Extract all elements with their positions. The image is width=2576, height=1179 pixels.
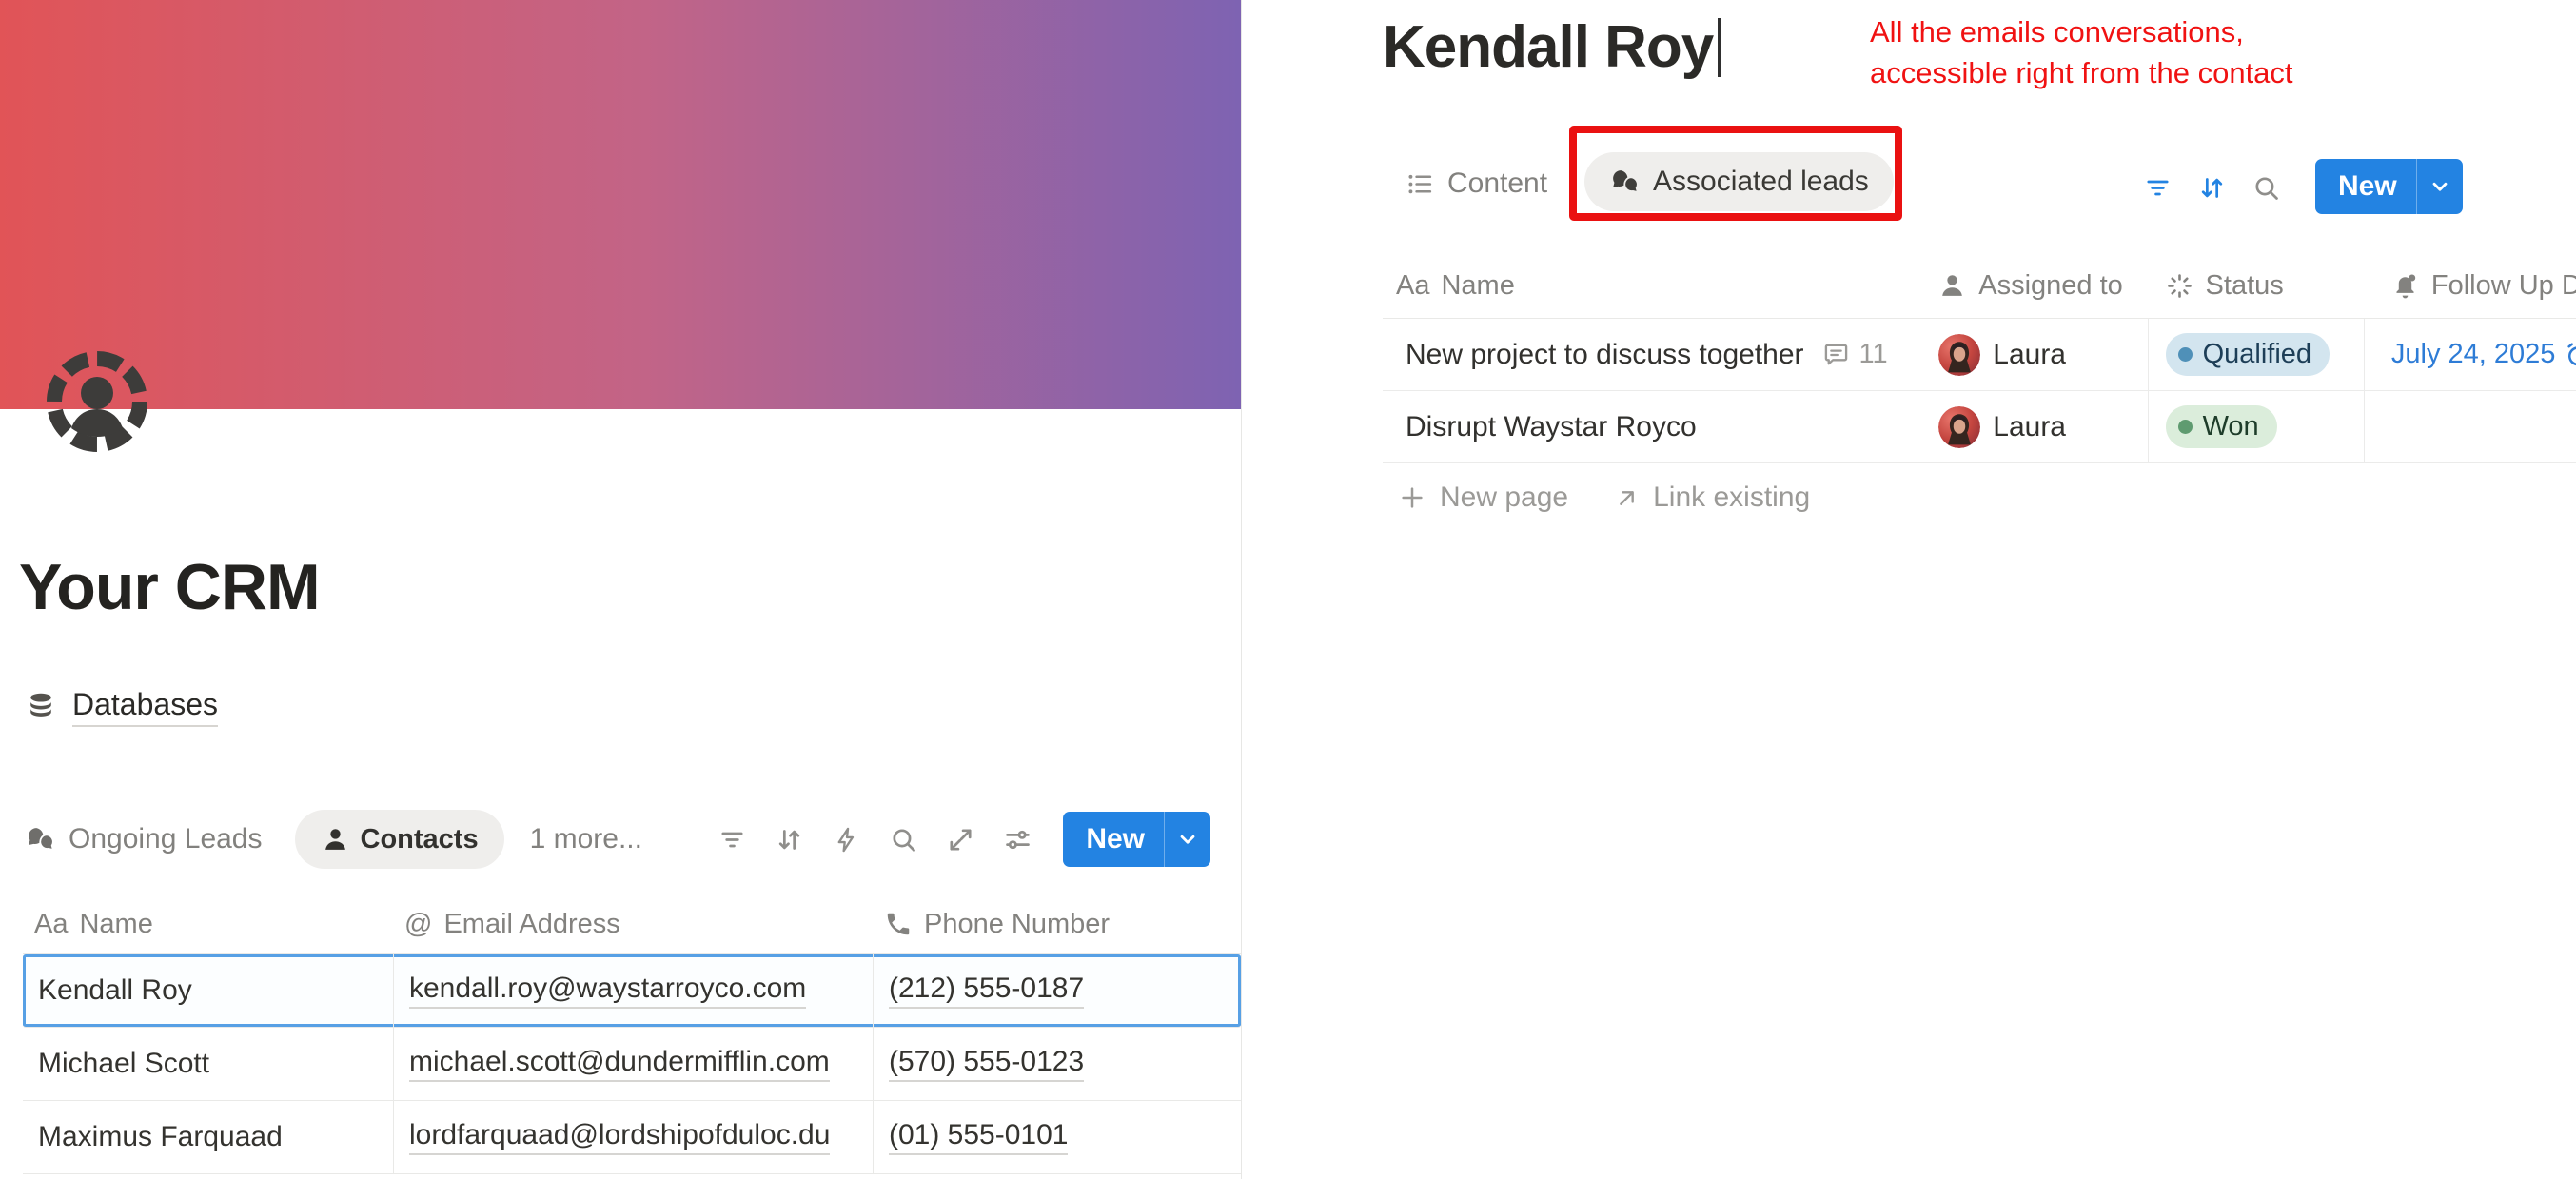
contact-name[interactable]: Michael Scott — [38, 1048, 209, 1080]
view-tab-contacts[interactable]: Contacts — [295, 810, 504, 869]
annotation-text: All the emails conversations, accessible… — [1870, 11, 2293, 93]
comment-icon — [1821, 340, 1851, 369]
text-type-icon: Aa — [34, 909, 68, 940]
column-header-name[interactable]: Aa Name — [1383, 270, 1917, 302]
view-tab-ongoing-leads[interactable]: Ongoing Leads — [25, 823, 263, 855]
lead-name[interactable]: New project to discuss together — [1406, 339, 1804, 371]
associated-leads-table: Aa Name Assigned to Status — [1383, 253, 2576, 532]
chat-bubbles-icon — [25, 824, 56, 855]
view-toolbar: New — [718, 812, 1210, 867]
status-badge[interactable]: Qualified — [2166, 333, 2330, 376]
sort-icon[interactable] — [2197, 173, 2227, 203]
contacts-table-header: Aa Name @ Email Address Phone Number — [23, 894, 1241, 954]
follow-up-date[interactable]: July 24, 2025 — [2391, 339, 2576, 370]
chevron-down-icon — [1175, 827, 1200, 852]
lead-name[interactable]: Disrupt Waystar Royco — [1406, 411, 1697, 443]
status-dot — [2178, 420, 2193, 434]
filter-icon[interactable] — [718, 825, 747, 855]
tab-content-label: Content — [1447, 167, 1547, 200]
text-cursor — [1718, 18, 1721, 77]
reminder-clock-icon — [2564, 341, 2576, 369]
leads-table-header: Aa Name Assigned to Status — [1383, 253, 2576, 319]
status-dot — [2178, 347, 2193, 362]
database-icon — [25, 691, 57, 723]
page-cover-image[interactable] — [0, 0, 1241, 409]
contact-phone[interactable]: (570) 555-0123 — [889, 1046, 1084, 1082]
new-button[interactable]: New — [2315, 159, 2463, 214]
at-icon: @ — [404, 909, 432, 940]
contacts-table: Aa Name @ Email Address Phone Number Ken… — [23, 894, 1241, 1174]
status-spinner-icon — [2165, 271, 2194, 301]
table-row-michael-scott[interactable]: Michael Scott michael.scott@dundermiffli… — [23, 1028, 1241, 1101]
bell-icon — [2390, 271, 2420, 301]
contact-peek-panel: Kendall Roy All the emails conversations… — [1241, 0, 2576, 1179]
person-icon — [321, 825, 350, 855]
main-page-panel: Your CRM Databases Ongoing Lead — [0, 0, 1241, 1179]
link-existing-button[interactable]: Link existing — [1614, 481, 1810, 514]
assigned-person[interactable]: Laura — [1993, 339, 2066, 371]
linked-db-toolbar: New — [2143, 162, 2463, 214]
lightning-icon[interactable] — [832, 825, 861, 855]
column-header-phone[interactable]: Phone Number — [873, 909, 1241, 940]
database-view-bar: Ongoing Leads Contacts 1 more... — [25, 809, 1210, 870]
contact-email[interactable]: lordfarquaad@lordshipofduloc.du — [409, 1119, 830, 1155]
assigned-person[interactable]: Laura — [1993, 411, 2066, 443]
column-header-status[interactable]: Status — [2148, 270, 2364, 302]
new-button-dropdown[interactable] — [2417, 174, 2463, 199]
contact-name[interactable]: Kendall Roy — [38, 974, 192, 1007]
page-title[interactable]: Your CRM — [19, 550, 320, 624]
contact-email[interactable]: michael.scott@dundermifflin.com — [409, 1046, 830, 1082]
expand-icon[interactable] — [946, 825, 975, 855]
plus-icon — [1398, 483, 1426, 512]
person-icon — [1937, 271, 1967, 301]
new-button-dropdown[interactable] — [1165, 827, 1210, 852]
contact-page-title[interactable]: Kendall Roy — [1383, 13, 1713, 81]
arrow-up-right-icon — [1614, 485, 1640, 511]
bulleted-list-icon — [1406, 169, 1435, 199]
view-tab-label: Contacts — [361, 824, 479, 855]
new-button[interactable]: New — [1063, 812, 1210, 867]
column-header-name[interactable]: Aa Name — [23, 909, 393, 940]
contact-email[interactable]: kendall.roy@waystarroyco.com — [409, 973, 806, 1009]
phone-icon — [884, 910, 913, 938]
status-badge[interactable]: Won — [2166, 405, 2277, 448]
text-type-icon: Aa — [1396, 270, 1429, 302]
view-tab-label: Ongoing Leads — [69, 823, 263, 855]
sort-icon[interactable] — [775, 825, 804, 855]
notion-crm-window: Your CRM Databases Ongoing Lead — [0, 0, 2576, 1179]
chat-bubbles-icon — [1609, 167, 1641, 198]
tab-associated-leads-label: Associated leads — [1653, 166, 1869, 198]
table-row-maximus-farquaad[interactable]: Maximus Farquaad lordfarquaad@lordshipof… — [23, 1101, 1241, 1174]
comment-count[interactable]: 11 — [1821, 339, 1888, 370]
tab-associated-leads[interactable]: Associated leads — [1584, 152, 1894, 211]
chevron-down-icon — [2428, 174, 2452, 199]
new-page-button[interactable]: New page — [1398, 481, 1568, 514]
table-row-kendall-roy[interactable]: Kendall Roy kendall.roy@waystarroyco.com… — [23, 954, 1241, 1028]
settings-sliders-icon[interactable] — [1003, 825, 1032, 855]
filter-icon[interactable] — [2143, 173, 2173, 203]
contact-phone[interactable]: (212) 555-0187 — [889, 973, 1084, 1009]
tab-content[interactable]: Content — [1406, 160, 1547, 207]
databases-link[interactable]: Databases — [25, 687, 218, 727]
more-views-link[interactable]: 1 more... — [530, 823, 642, 855]
column-header-email[interactable]: @ Email Address — [393, 909, 873, 940]
search-icon[interactable] — [2252, 173, 2281, 203]
new-button-label: New — [2315, 170, 2416, 203]
column-header-assigned-to[interactable]: Assigned to — [1917, 270, 2147, 302]
search-icon[interactable] — [889, 825, 918, 855]
lead-row-disrupt-waystar[interactable]: Disrupt Waystar Royco Laura Won — [1383, 391, 2576, 463]
column-header-follow-up-date[interactable]: Follow Up Date — [2364, 270, 2576, 302]
lead-row-new-project[interactable]: New project to discuss together 11 Laura — [1383, 319, 2576, 391]
new-button-label: New — [1063, 823, 1164, 855]
avatar — [1938, 406, 1980, 448]
databases-link-label: Databases — [72, 687, 218, 727]
leads-table-footer: New page Link existing — [1383, 463, 2576, 532]
page-contact-badge-icon[interactable] — [40, 344, 154, 459]
contact-name[interactable]: Maximus Farquaad — [38, 1121, 283, 1153]
contact-phone[interactable]: (01) 555-0101 — [889, 1119, 1068, 1155]
avatar — [1938, 334, 1980, 376]
